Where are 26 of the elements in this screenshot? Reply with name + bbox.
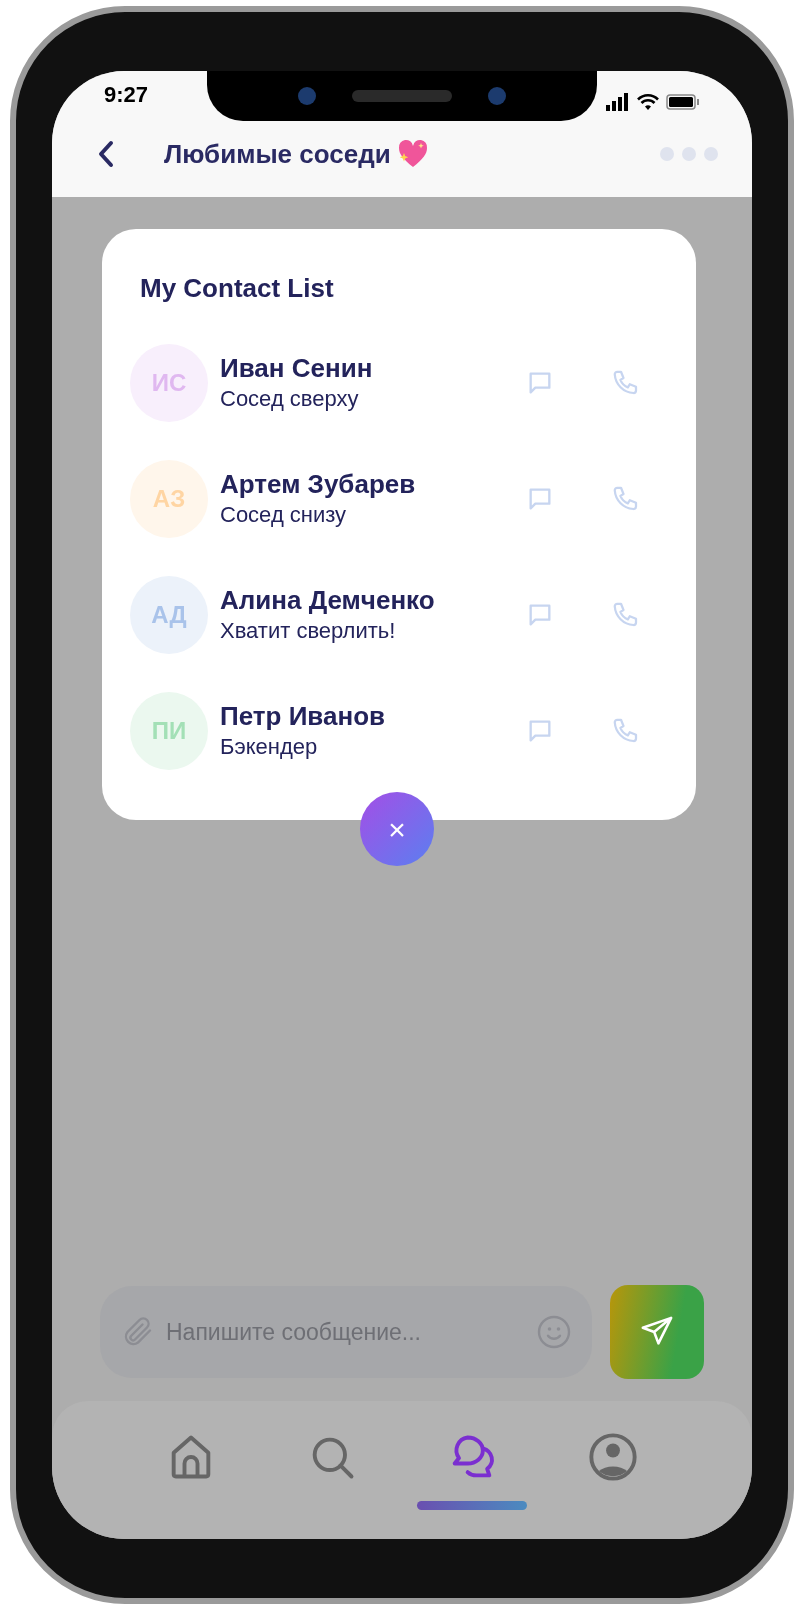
message-input[interactable]: Напишите сообщение... [100, 1286, 592, 1378]
avatar-initials: АЗ [152, 484, 186, 514]
profile-icon [586, 1431, 639, 1483]
status-time: 9:27 [104, 81, 149, 109]
smiley-icon [536, 1314, 572, 1350]
contact-name: Артем Зубарев [220, 468, 416, 500]
contact-status: Бэкендер [220, 733, 319, 761]
chat-title: Любимые соседи [164, 137, 391, 171]
back-chevron-icon [97, 140, 115, 168]
contact-status: Сосед снизу [220, 501, 348, 529]
signal-icon [606, 93, 630, 111]
contact-name: Петр Иванов [220, 700, 385, 732]
send-button[interactable] [610, 1285, 704, 1379]
contact-status: Хватит сверлить! [220, 617, 397, 645]
battery-icon [666, 93, 700, 111]
avatar-initials: АД [151, 600, 187, 630]
wifi-icon [636, 93, 660, 111]
avatar-initials: ПИ [151, 716, 187, 746]
close-button[interactable]: × [360, 792, 434, 866]
more-button[interactable] [660, 147, 718, 161]
contact-name: Алина Демченко [220, 584, 435, 616]
card-title: My Contact List [140, 272, 335, 305]
sparkling-heart-icon [396, 139, 429, 169]
contact-status: Сосед сверху [220, 385, 360, 413]
contact-name: Иван Сенин [220, 352, 373, 384]
message-field[interactable]: Напишите сообщение... [166, 1314, 536, 1350]
